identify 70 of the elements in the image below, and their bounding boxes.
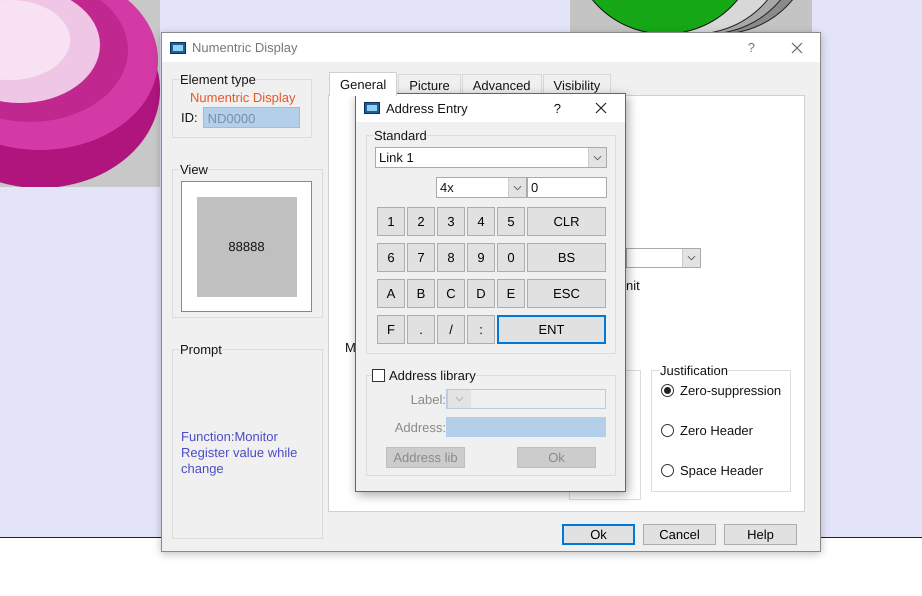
keypad-key[interactable]: ENT bbox=[497, 315, 606, 344]
keypad-key[interactable]: 6 bbox=[377, 243, 405, 272]
keypad-key[interactable]: 9 bbox=[467, 243, 495, 272]
group-label: Element type bbox=[180, 72, 256, 87]
id-label: ID: bbox=[181, 110, 198, 125]
tab[interactable]: Picture bbox=[398, 74, 461, 95]
keypad-key[interactable]: ESC bbox=[527, 279, 606, 308]
monitor-icon bbox=[170, 42, 186, 54]
keypad-key[interactable]: 0 bbox=[497, 243, 525, 272]
group-label: View bbox=[180, 162, 208, 177]
radio-label: Zero Header bbox=[680, 422, 753, 438]
chevron-icon bbox=[687, 255, 696, 261]
group-label: Prompt bbox=[180, 342, 222, 357]
monitor-icon bbox=[364, 102, 380, 114]
radio-label: Zero-suppression bbox=[680, 382, 782, 398]
keypad-key[interactable]: / bbox=[437, 315, 465, 344]
prompt-text: Function:Monitor Register value while change bbox=[181, 429, 298, 477]
radio-button[interactable] bbox=[661, 424, 674, 436]
chevron-icon bbox=[593, 154, 602, 160]
chevron-icon bbox=[513, 184, 522, 190]
address-field[interactable] bbox=[446, 417, 606, 437]
chevron-icon bbox=[455, 396, 464, 402]
keypad-key[interactable]: 3 bbox=[437, 207, 465, 236]
radio-label: Space Header bbox=[680, 462, 764, 478]
radio-button[interactable] bbox=[661, 464, 674, 476]
keypad-key[interactable]: . bbox=[407, 315, 435, 344]
keypad-key[interactable]: BS bbox=[527, 243, 606, 272]
checkbox[interactable] bbox=[372, 369, 385, 382]
element-type-value: Numentric Display bbox=[190, 90, 296, 105]
keypad-key[interactable]: 4 bbox=[467, 207, 495, 236]
offset-field[interactable]: 0 bbox=[527, 177, 607, 198]
keypad-key[interactable]: D bbox=[467, 279, 495, 308]
keypad-key[interactable]: 7 bbox=[407, 243, 435, 272]
tab[interactable]: General bbox=[329, 72, 398, 96]
help-button[interactable]: ? bbox=[554, 100, 561, 116]
dialog-button[interactable]: Ok bbox=[562, 524, 635, 545]
field-label: Address: bbox=[394, 420, 446, 434]
dropdown-value: 4x bbox=[439, 179, 455, 197]
field-label: Label: bbox=[410, 392, 446, 406]
partial-text: nit bbox=[626, 278, 640, 293]
id-field: ND0000 bbox=[202, 107, 300, 128]
checkbox-label: Address library bbox=[389, 368, 476, 383]
tab[interactable]: Advanced bbox=[462, 74, 542, 95]
keypad-key[interactable]: CLR bbox=[527, 207, 606, 236]
keypad-key[interactable]: A bbox=[377, 279, 405, 308]
dialog-button[interactable]: Cancel bbox=[643, 524, 716, 545]
keypad-key[interactable]: F bbox=[377, 315, 405, 344]
window-title: Address Entry bbox=[386, 100, 469, 116]
link-dropdown[interactable]: Link 1 bbox=[375, 147, 607, 168]
register-dropdown[interactable]: 4x bbox=[436, 177, 527, 198]
dropdown-value: Link 1 bbox=[378, 149, 415, 167]
dialog-button[interactable]: Help bbox=[724, 524, 797, 545]
keypad-key[interactable]: C bbox=[437, 279, 465, 308]
keypad-key[interactable]: B bbox=[407, 279, 435, 308]
dropdown[interactable] bbox=[626, 248, 701, 268]
close-icon[interactable] bbox=[595, 102, 607, 114]
keypad-key[interactable]: 5 bbox=[497, 207, 525, 236]
keypad-key[interactable]: 8 bbox=[437, 243, 465, 272]
keypad-key[interactable]: 1 bbox=[377, 207, 405, 236]
radio-button[interactable] bbox=[661, 384, 674, 396]
group-label: Standard bbox=[374, 128, 427, 143]
help-button[interactable]: ? bbox=[748, 40, 755, 55]
keypad-key[interactable]: E bbox=[497, 279, 525, 308]
group-label: Justification bbox=[660, 363, 728, 378]
keypad-key[interactable]: : bbox=[467, 315, 495, 344]
window-title: Numentric Display bbox=[192, 40, 298, 55]
keypad-key[interactable]: 2 bbox=[407, 207, 435, 236]
tab[interactable]: Visibility bbox=[542, 74, 612, 95]
partial-text: M bbox=[345, 340, 356, 355]
preview-display: 88888 bbox=[196, 196, 296, 296]
